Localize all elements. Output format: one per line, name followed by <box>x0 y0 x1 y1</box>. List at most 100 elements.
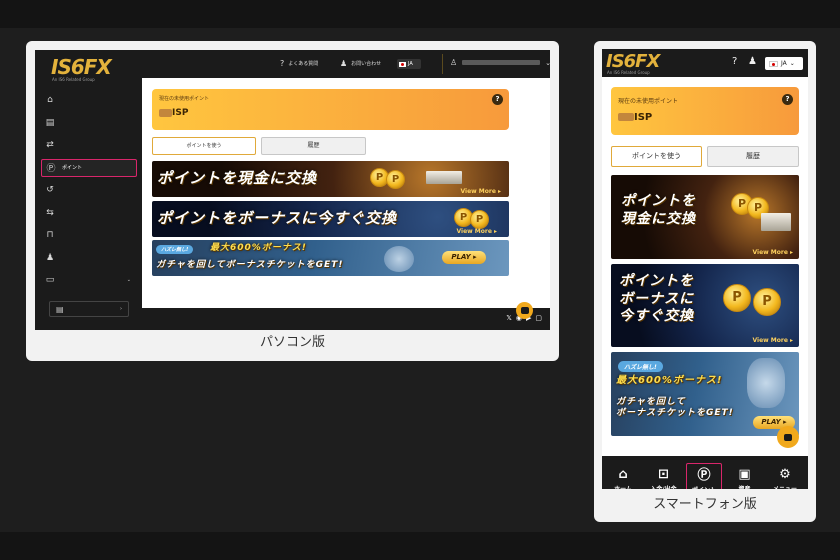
points-amount-redacted <box>618 113 634 121</box>
sidebar-item-history[interactable]: ↺ <box>41 181 137 199</box>
user-icon: ♙ <box>450 58 458 67</box>
view-more-link[interactable]: View More ▸ <box>752 337 793 344</box>
nav-item-settings[interactable]: ⚙ メニュー <box>767 463 803 489</box>
language-select[interactable]: JA ⌄ <box>765 57 803 70</box>
nav-item-label: 資産 <box>738 486 750 489</box>
chat-icon <box>520 307 529 314</box>
banner-points-to-cash[interactable]: ポイントを現金に交換 P P View More ▸ <box>152 161 509 197</box>
faq-link[interactable]: ? よくある質問 <box>280 59 318 68</box>
help-icon[interactable]: ? <box>492 94 503 105</box>
nav-item-point[interactable]: Ⓟ ポイント <box>686 463 722 489</box>
help-icon[interactable]: ? <box>782 94 793 105</box>
pc-footer: 𝕏 ◉ ▶ ▢ <box>142 302 550 330</box>
sidebar-item-platform[interactable]: ▭ ⌄ <box>41 271 137 289</box>
nav-item-wallet[interactable]: ▣ 資産 <box>727 463 763 489</box>
logo[interactable]: IS6FX <box>606 51 660 72</box>
contact-label: お問い合わせ <box>351 61 382 67</box>
pc-screen: IS6FX An IS6 Related Group ⌂ ▤ ⇄ Ⓟ ポイント ↺ ⇆ ⊓ ♟ ▭… <box>35 50 550 330</box>
tab-history[interactable]: 履歴 <box>707 146 799 167</box>
view-more-link[interactable]: View More ▸ <box>752 249 793 256</box>
deposit-withdraw-icon: ⊡ <box>658 467 669 482</box>
support-icon[interactable]: ♟ <box>748 56 757 67</box>
chat-button[interactable] <box>777 426 799 448</box>
language-value: JA <box>781 60 787 67</box>
sidebar-item-point[interactable]: Ⓟ ポイント <box>41 158 137 177</box>
logo[interactable]: IS6FX <box>51 55 112 79</box>
sidebar-item-bank[interactable]: ⊓ <box>41 226 137 244</box>
pc-points-card: 現在の未使用ポイント ? ISP <box>152 89 509 130</box>
support-icon: ♟ <box>340 59 348 68</box>
account-name-redacted <box>462 60 541 65</box>
coin-icon: P <box>723 284 751 312</box>
faq-label: よくある質問 <box>288 61 319 67</box>
coin-icon: P <box>470 210 489 229</box>
coin-icon: P <box>386 170 405 189</box>
points-label: 現在の未使用ポイント <box>159 96 210 102</box>
chat-icon <box>784 433 792 441</box>
wallet-icon: ▣ <box>738 467 751 482</box>
sp-points-card: 現在の未使用ポイント ? ISP <box>611 87 799 135</box>
nav-item-home[interactable]: ⌂ ホーム <box>605 463 641 489</box>
nav-item-label: メニュー <box>773 486 797 489</box>
sidebar-item-assets[interactable]: ▤ <box>41 114 137 132</box>
help-icon: ? <box>280 59 285 68</box>
gacha-headline: 最大600%ボーナス! <box>210 243 307 253</box>
point-icon: Ⓟ <box>697 468 711 483</box>
gacha-headline: 最大600%ボーナス! <box>616 375 723 386</box>
banner-points-to-bonus[interactable]: ポイントをボーナスに今すぐ交換 P P View More ▸ <box>152 201 509 237</box>
gacha-machine-icon <box>747 358 785 408</box>
banner-gacha[interactable]: ハズレ無し! 最大600%ボーナス! ガチャを回して ボーナスチケットをGET!… <box>611 352 799 436</box>
sidebar-item-referral[interactable]: ♟ <box>41 249 137 267</box>
nav-item-label: ポイント <box>692 487 716 489</box>
contact-link[interactable]: ♟ お問い合わせ <box>340 59 381 68</box>
top-band <box>0 0 840 28</box>
points-unit: ISP <box>634 112 653 123</box>
chevron-down-icon: ⌄ <box>545 58 550 67</box>
home-icon: ⌂ <box>618 467 628 482</box>
sp-caption: スマートフォン版 <box>653 497 757 512</box>
settings-icon: ⚙ <box>779 467 791 482</box>
smartphone-frame: IS6FX An IS6 Related Group ? ♟ JA ⌄ 現在の未… <box>594 41 816 522</box>
chevron-down-icon: ⌄ <box>126 277 131 283</box>
tab-use-points[interactable]: ポイントを使う <box>611 146 702 167</box>
sidebar-item-fund-transfer[interactable]: ⇆ <box>41 204 137 222</box>
language-select[interactable]: JA <box>397 59 421 69</box>
history-icon: ↺ <box>46 185 54 195</box>
home-icon: ⌂ <box>47 95 53 105</box>
logo-tagline: An IS6 Related Group <box>607 70 650 75</box>
app-icon[interactable]: ▢ <box>535 314 542 322</box>
point-icon: Ⓟ <box>46 164 56 174</box>
banner-points-to-bonus[interactable]: ポイントを ボーナスに 今すぐ交換 P P View More ▸ <box>611 264 799 347</box>
nav-item-deposit-withdraw[interactable]: ⊡ 入金/出金 <box>646 463 682 489</box>
nav-item-label: 入金/出金 <box>650 486 676 489</box>
points-amount-redacted <box>159 108 172 117</box>
header-divider <box>442 54 443 74</box>
help-icon[interactable]: ? <box>732 56 737 67</box>
banner1-text: ポイントを現金に交換 <box>157 169 318 187</box>
view-more-link[interactable]: View More ▸ <box>460 188 501 195</box>
logo-tagline: An IS6 Related Group <box>52 77 95 82</box>
tab-history[interactable]: 履歴 <box>261 137 366 155</box>
document-icon: ▤ <box>56 304 64 314</box>
cash-bundle-icon <box>426 171 462 184</box>
sp-screen: IS6FX An IS6 Related Group ? ♟ JA ⌄ 現在の未… <box>602 49 808 489</box>
x-icon[interactable]: 𝕏 <box>506 314 512 322</box>
view-more-link[interactable]: View More ▸ <box>456 228 497 235</box>
fund-transfer-icon: ⇆ <box>46 207 54 218</box>
cash-bundle-icon <box>761 213 791 231</box>
deposit-withdraw-icon: ⇄ <box>46 140 54 150</box>
tab-use-points[interactable]: ポイントを使う <box>152 137 256 155</box>
gacha-badge: ハズレ無し! <box>156 245 194 254</box>
banner-points-to-cash[interactable]: ポイントを 現金に交換 P P View More ▸ <box>611 175 799 259</box>
account-menu[interactable]: ♙ ⌄ <box>450 58 550 67</box>
banner1-text: ポイントを 現金に交換 <box>621 193 696 227</box>
banner-gacha[interactable]: ハズレ無し! 最大600%ボーナス! ガチャを回してボーナスチケットをGET! … <box>152 240 509 276</box>
terms-button[interactable]: ▤ › <box>49 301 129 317</box>
banner2-text: ポイントを ボーナスに 今すぐ交換 <box>619 273 694 324</box>
play-button[interactable]: PLAY ▸ <box>442 251 486 264</box>
banner2-text: ポイントをボーナスに今すぐ交換 <box>157 209 398 227</box>
sidebar-item-deposit-withdraw[interactable]: ⇄ <box>41 136 137 154</box>
pc-caption: パソコン版 <box>259 335 325 350</box>
sidebar-item-home[interactable]: ⌂ <box>41 91 137 109</box>
chat-button[interactable] <box>516 302 533 319</box>
